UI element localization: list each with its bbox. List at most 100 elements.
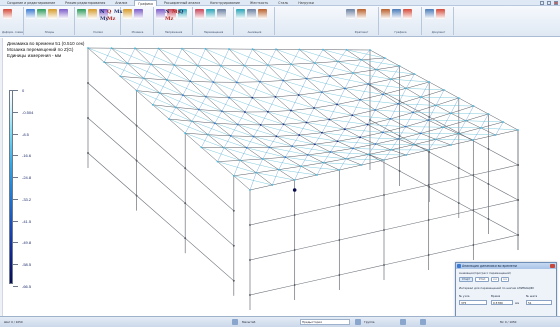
ribbon-group: Эпюры [25, 7, 75, 35]
structural-member [390, 144, 414, 151]
ribbon-tool-button[interactable] [88, 9, 97, 19]
model-node [352, 72, 354, 74]
ribbon-tool-button[interactable] [26, 9, 35, 19]
ribbon-tool-button[interactable] [425, 9, 434, 19]
structural-member [275, 49, 315, 64]
structural-member [480, 127, 519, 131]
model-node [290, 109, 292, 112]
ribbon-tool-button[interactable] [357, 9, 366, 19]
ribbon-tool-button[interactable] [247, 9, 256, 19]
structural-member [435, 133, 459, 140]
ribbon-tool-button[interactable] [392, 9, 401, 19]
force-component-icon[interactable]: Mz [107, 16, 115, 22]
force-component-icon[interactable]: Q [179, 9, 183, 15]
structural-member [313, 104, 338, 109]
force-component-icon[interactable]: Mx [114, 9, 123, 15]
model-node [367, 153, 370, 156]
structural-member [339, 264, 385, 276]
structural-member [278, 169, 318, 176]
close-icon[interactable] [554, 1, 558, 5]
structural-member [316, 169, 340, 176]
structural-member [329, 72, 354, 77]
ribbon-tool-button[interactable] [206, 9, 215, 19]
structural-member [207, 123, 215, 135]
structural-member [201, 147, 241, 161]
structural-member [185, 202, 234, 247]
structural-member [413, 139, 436, 145]
filter-icon[interactable] [400, 319, 406, 325]
structural-member [230, 135, 254, 137]
structural-member [413, 112, 429, 121]
structural-member [120, 76, 137, 91]
view-icon[interactable] [232, 319, 238, 325]
structural-member [322, 49, 362, 61]
ribbon-tool-button[interactable] [59, 9, 68, 19]
model-node [427, 149, 430, 151]
mode-select[interactable]: Предыстория [300, 319, 350, 325]
ribbon-tool-button[interactable] [77, 9, 86, 19]
structural-member [405, 119, 429, 127]
model-node [390, 148, 392, 151]
structural-member [166, 79, 184, 96]
structural-member [290, 94, 299, 111]
model-node [374, 143, 377, 145]
structural-member [283, 80, 322, 93]
ribbon-tool-button[interactable] [156, 9, 165, 19]
stop-button[interactable]: Стоп [475, 277, 489, 282]
selected-node-marker [292, 188, 297, 192]
start-button[interactable]: Старт [459, 277, 473, 282]
structural-member [207, 134, 225, 148]
force-component-icon[interactable]: N [165, 9, 170, 15]
ribbon-tool-button[interactable] [48, 9, 57, 19]
structural-member [259, 65, 269, 82]
model-node [275, 48, 277, 51]
ribbon-tool-button[interactable] [217, 9, 226, 19]
model-node [420, 96, 422, 98]
structural-member [292, 143, 315, 147]
layers-icon[interactable] [420, 319, 426, 325]
model-node [151, 103, 154, 106]
model-node [419, 132, 422, 135]
force-component-icon[interactable]: Q [107, 9, 111, 15]
structural-member [352, 143, 376, 149]
ribbon-tool-button[interactable] [236, 9, 245, 19]
ribbon-tool-button[interactable] [37, 9, 46, 19]
node-number-field[interactable]: 375 [459, 300, 487, 305]
structural-member [299, 132, 323, 136]
structural-member [316, 162, 324, 176]
previous-step-button[interactable]: << [491, 277, 499, 282]
model-node [284, 156, 287, 159]
structural-member [361, 154, 369, 166]
structural-member [314, 141, 338, 145]
ribbon-tool-button[interactable] [436, 9, 445, 19]
ribbon-tool-button[interactable] [123, 9, 132, 19]
ribbon-tool-button[interactable] [134, 9, 143, 19]
ribbon-tool-button[interactable] [346, 9, 355, 19]
structural-member [435, 139, 452, 146]
structural-member [429, 81, 445, 91]
group-icon[interactable] [355, 319, 361, 325]
ribbon-tool-button[interactable] [3, 9, 12, 19]
structural-member [174, 64, 191, 82]
ribbon-tool-button[interactable] [403, 9, 412, 19]
model-node [191, 120, 193, 123]
model-node [352, 147, 354, 150]
model-node [251, 96, 254, 99]
ribbon-tool-button[interactable] [258, 9, 267, 19]
structural-member [473, 164, 519, 176]
force-component-icon[interactable]: Mz [165, 16, 173, 22]
ribbon-tool-button[interactable] [381, 9, 390, 19]
model-node [322, 48, 324, 51]
structural-member [213, 81, 230, 98]
time-field[interactable]: 0.5780 [491, 300, 513, 305]
step-number-field[interactable]: 51 [526, 300, 552, 305]
maximize-icon[interactable] [547, 1, 551, 5]
dialog-close-icon[interactable] [550, 264, 555, 268]
structural-member [168, 107, 176, 120]
structural-member [291, 49, 300, 65]
ribbon-tool-button[interactable] [195, 9, 204, 19]
minimize-icon[interactable] [540, 1, 544, 5]
next-step-button[interactable]: >> [501, 277, 509, 282]
force-component-icon[interactable]: N [100, 9, 105, 15]
structural-member [428, 144, 452, 151]
